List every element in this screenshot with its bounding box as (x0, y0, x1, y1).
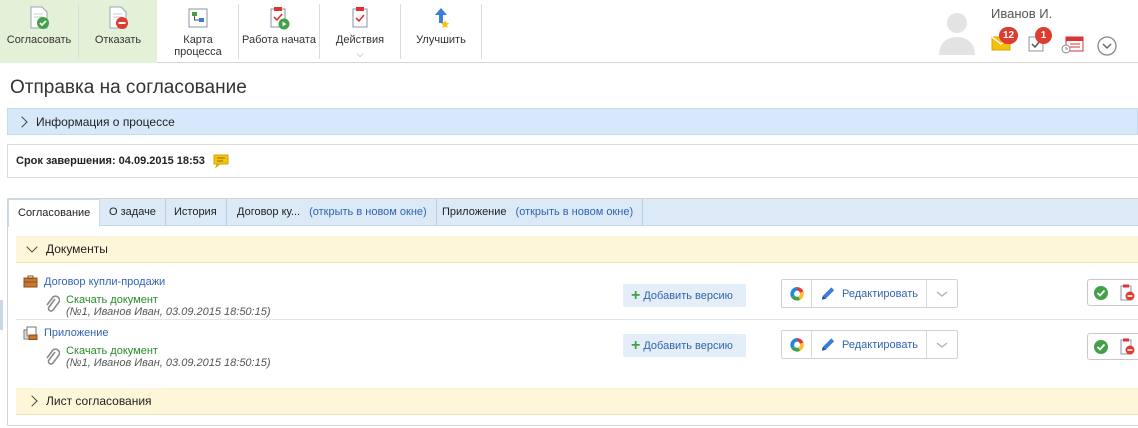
add-version-label: Добавить версию (643, 339, 733, 352)
approve-check-icon[interactable] (1093, 285, 1109, 301)
tasks-count-badge: 1 (1035, 27, 1052, 44)
color-ring-icon (789, 286, 804, 301)
edit-options-dropdown[interactable] (927, 280, 957, 307)
chevron-right-icon (26, 395, 38, 407)
work-started-label: Работа начата (242, 34, 316, 46)
open-new-window-link[interactable]: (открыть в новом окне) (309, 206, 427, 218)
tab-history[interactable]: История (165, 199, 227, 226)
deadline-bar: Срок завершения: 04.09.2015 18:53 (7, 144, 1138, 178)
tab-about-task[interactable]: О задаче (100, 199, 166, 226)
document-title: Приложение (44, 327, 109, 339)
add-version-button[interactable]: + Добавить версию (623, 284, 746, 307)
tab-label: Согласование (18, 207, 91, 219)
actions-dropdown[interactable]: Действия ⌵ (320, 0, 400, 63)
download-document-link[interactable]: Скачать документ (66, 294, 158, 306)
toolbar-divider (481, 4, 482, 59)
page-title: Отправка на согласование (10, 77, 247, 98)
chevron-down-icon (26, 241, 38, 253)
improve-label: Улучшить (416, 34, 466, 46)
document-approval-buttons (1087, 279, 1138, 306)
process-map-button[interactable]: Карта процесса (158, 0, 238, 63)
tab-contract[interactable]: Договор ку... (открыть в новом окне) (228, 199, 437, 226)
edit-document-button[interactable]: Редактировать (812, 280, 927, 307)
attachment-stack-icon (23, 326, 38, 340)
calendar-icon[interactable] (1061, 36, 1084, 54)
online-editor-button[interactable] (782, 331, 812, 358)
document-row: Договор купли-продажи Скачать документ (… (16, 265, 1138, 320)
process-map-icon (188, 8, 208, 28)
deadline-text: Срок завершения: 04.09.2015 18:53 (16, 155, 205, 167)
color-ring-icon (789, 337, 804, 352)
tabs-panel: Согласование О задаче История Договор ку… (7, 198, 1138, 426)
approve-document-icon (30, 6, 49, 29)
chevron-down-icon (936, 341, 948, 348)
briefcase-icon (23, 275, 38, 288)
reject-document-icon[interactable] (1119, 284, 1135, 302)
online-editor-button[interactable] (782, 280, 812, 307)
toolbar: Согласовать Отказать Карта процесса Рабо… (0, 0, 1138, 63)
plus-icon: + (631, 286, 641, 304)
pencil-icon (821, 286, 835, 300)
plus-icon: + (631, 336, 641, 354)
document-version-meta: (№1, Иванов Иван, 03.09.2015 18:50:15) (66, 306, 271, 318)
approval-sheet-section-header[interactable]: Лист согласования (16, 388, 1138, 415)
approve-label: Согласовать (6, 34, 72, 46)
chevron-right-icon (16, 115, 28, 128)
comment-icon[interactable] (213, 154, 229, 168)
chevron-down-icon: ⌵ (356, 49, 364, 59)
tab-bar: Согласование О задаче История Договор ку… (8, 199, 1138, 227)
document-title: Договор купли-продажи (44, 275, 166, 288)
process-info-bar[interactable]: Информация о процессе (7, 108, 1138, 135)
process-map-label-line2: процесса (174, 46, 222, 58)
tab-label: О задаче (109, 206, 156, 218)
documents-section-label: Документы (46, 242, 108, 256)
download-document-link[interactable]: Скачать документ (66, 345, 158, 357)
edit-button-group: Редактировать (781, 279, 958, 308)
add-version-label: Добавить версию (643, 289, 733, 302)
process-info-label: Информация о процессе (36, 114, 175, 129)
work-started-icon (270, 7, 290, 30)
edit-button-group: Редактировать (781, 330, 958, 359)
document-title-link[interactable]: Приложение (23, 326, 109, 340)
edit-label: Редактировать (842, 287, 918, 300)
actions-label: Действия (335, 34, 385, 46)
reject-document-icon[interactable] (1119, 338, 1135, 356)
reject-button[interactable]: Отказать (79, 0, 157, 63)
documents-section-header[interactable]: Документы (16, 236, 1138, 263)
tab-label: История (174, 206, 217, 218)
add-version-button[interactable]: + Добавить версию (623, 334, 746, 357)
reject-label: Отказать (94, 34, 142, 46)
paperclip-icon (46, 348, 60, 365)
edit-document-button[interactable]: Редактировать (812, 331, 927, 358)
approve-check-icon[interactable] (1093, 339, 1109, 355)
process-map-label-line1: Карта (183, 34, 213, 46)
side-panel-handle[interactable] (0, 300, 3, 330)
reject-document-icon (109, 6, 128, 29)
edit-options-dropdown[interactable] (927, 331, 957, 358)
work-started-button[interactable]: Работа начата (239, 0, 319, 63)
edit-label: Редактировать (842, 338, 918, 351)
approval-sheet-label: Лист согласования (46, 394, 152, 408)
tab-label: Договор ку... (237, 206, 301, 218)
tab-approval[interactable]: Согласование (8, 199, 101, 227)
paperclip-icon (46, 295, 60, 312)
user-menu-chevron-icon[interactable] (1097, 36, 1117, 56)
open-new-window-link[interactable]: (открыть в новом окне) (516, 206, 634, 218)
tab-appendix[interactable]: Приложение (открыть в новом окне) (433, 199, 644, 226)
tab-label: Приложение (442, 206, 507, 218)
document-row: Приложение Скачать документ (№1, Иванов … (16, 320, 1138, 375)
mail-count-badge: 12 (999, 27, 1019, 44)
user-avatar[interactable] (936, 7, 978, 55)
document-version-meta: (№1, Иванов Иван, 03.09.2015 18:50:15) (66, 357, 271, 369)
pencil-icon (821, 337, 835, 351)
document-approval-buttons (1087, 333, 1138, 360)
chevron-down-icon (936, 290, 948, 297)
improve-arrow-star-icon (435, 8, 450, 28)
improve-button[interactable]: Улучшить (401, 0, 481, 63)
actions-checklist-icon (352, 7, 368, 28)
approve-button[interactable]: Согласовать (0, 0, 78, 63)
document-title-link[interactable]: Договор купли-продажи (23, 275, 165, 288)
user-name[interactable]: Иванов И. (991, 6, 1052, 21)
